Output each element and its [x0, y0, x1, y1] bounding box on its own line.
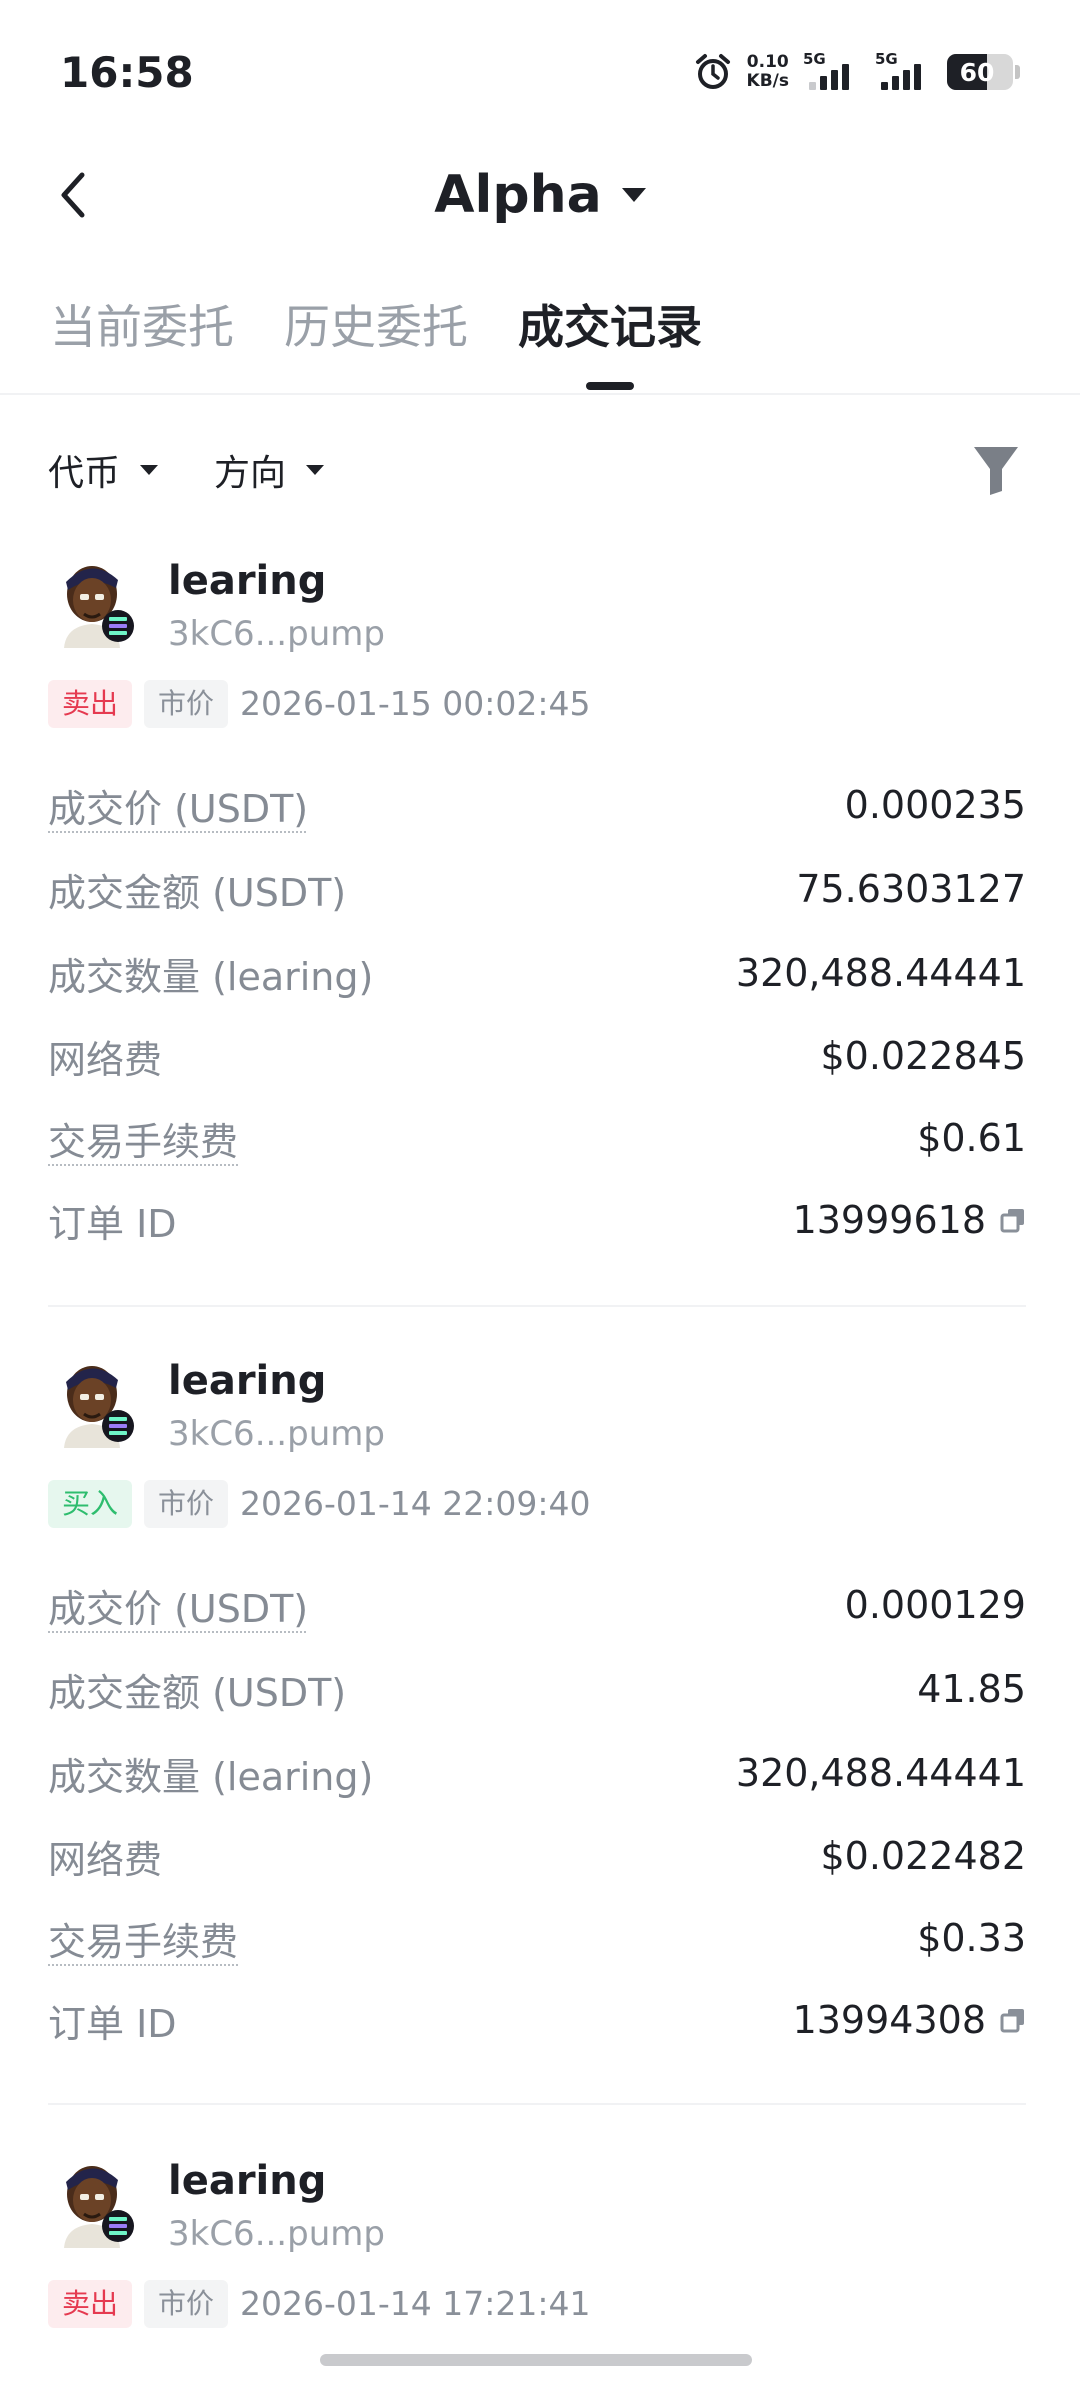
trade-card: learing 3kC6...pump 卖出 市价 2026-01-15 00:… [0, 558, 1080, 1340]
order-id: 13994308 [793, 1998, 1026, 2042]
tab-order-history[interactable]: 历史委托 [284, 292, 468, 362]
tabs-divider [0, 393, 1080, 395]
order-id-value: 13994308 [792, 1998, 986, 2042]
network-fee-label: 网络费 [48, 1037, 163, 1082]
network-fee-label: 网络费 [48, 1837, 163, 1882]
order-id-row: 订单 ID 13994308 [48, 1990, 1026, 2050]
trading-fee-value: $0.61 [917, 1116, 1026, 1160]
order-type-badge: 市价 [144, 1480, 229, 1528]
trading-fee-label[interactable]: 交易手续费 [48, 1911, 238, 1966]
side-badge: 卖出 [48, 680, 133, 728]
signal-icon-1: 5G [803, 48, 861, 96]
amount-label: 成交金额 (USDT) [48, 870, 347, 915]
price-label[interactable]: 成交价 (USDT) [48, 778, 308, 833]
quantity-value: 320,488.44441 [735, 951, 1026, 995]
amount-value: 75.6303127 [796, 867, 1026, 911]
status-time: 16:58 [60, 48, 194, 97]
signal-icon-2: 5G [875, 48, 933, 96]
caret-down-icon [140, 465, 159, 475]
price-label[interactable]: 成交价 (USDT) [48, 1578, 308, 1633]
price-value: 0.000129 [844, 1583, 1026, 1627]
price-row: 成交价 (USDT) 0.000129 [48, 1575, 1026, 1635]
network-fee-value: $0.022482 [820, 1834, 1027, 1878]
direction-filter-label: 方向 [214, 453, 287, 494]
coin-filter-label: 代币 [48, 453, 121, 494]
token-avatar [56, 1360, 138, 1448]
speed-unit: KB/s [746, 71, 789, 91]
amount-label: 成交金额 (USDT) [48, 1670, 347, 1715]
caret-down-icon [621, 188, 646, 202]
network-fee-row: 网络费 $0.022845 [48, 1026, 1026, 1086]
quantity-label: 成交数量 (learing) [48, 954, 374, 999]
filter-icon[interactable] [972, 445, 1020, 497]
trade-time: 2026-01-14 17:21:41 [240, 2284, 591, 2323]
quantity-value: 320,488.44441 [735, 1751, 1026, 1795]
amount-row: 成交金额 (USDT) 75.6303127 [48, 859, 1026, 919]
side-badge: 卖出 [48, 2280, 133, 2328]
token-address: 3kC6...pump [168, 614, 385, 654]
order-tabs: 当前委托 历史委托 成交记录 [50, 292, 702, 390]
copy-icon[interactable] [1000, 1207, 1026, 1233]
order-id-value: 13999618 [792, 1198, 986, 1242]
quantity-row: 成交数量 (learing) 320,488.44441 [48, 943, 1026, 1003]
tab-trade-history[interactable]: 成交记录 [518, 292, 702, 390]
home-indicator[interactable] [320, 2354, 752, 2366]
trading-fee-row: 交易手续费 $0.61 [48, 1108, 1026, 1168]
order-id-label: 订单 ID [48, 2001, 177, 2046]
order-id: 13999618 [793, 1198, 1026, 1242]
token-name: learing [168, 558, 327, 604]
network-fee-value: $0.022845 [820, 1034, 1027, 1078]
amount-value: 41.85 [917, 1667, 1026, 1711]
tab-trade-history-label: 成交记录 [518, 300, 702, 354]
battery-tip [1015, 65, 1020, 79]
order-type-badge: 市价 [144, 2280, 229, 2328]
card-divider [48, 1305, 1026, 1307]
tab-open-orders[interactable]: 当前委托 [50, 292, 234, 362]
page-title: Alpha [434, 165, 602, 225]
coin-filter[interactable]: 代币 [48, 440, 159, 500]
token-avatar [56, 560, 138, 648]
speed-value: 0.10 [746, 52, 789, 72]
trading-fee-value: $0.33 [917, 1916, 1026, 1960]
direction-filter[interactable]: 方向 [214, 440, 325, 500]
token-address: 3kC6...pump [168, 2214, 385, 2254]
title-selector[interactable]: Alpha [0, 158, 1080, 232]
token-name: learing [168, 1358, 327, 1404]
order-id-label: 订单 ID [48, 1201, 177, 1246]
trade-card: learing 3kC6...pump 买入 市价 2026-01-14 22:… [0, 1358, 1080, 2140]
order-id-row: 订单 ID 13999618 [48, 1190, 1026, 1250]
trade-time: 2026-01-15 00:02:45 [240, 684, 591, 723]
copy-icon[interactable] [1000, 2007, 1026, 2033]
network-speed: 0.10 KB/s [747, 53, 789, 91]
active-tab-indicator [586, 382, 634, 390]
trade-history-screen: 16:58 0.10 KB/s 5G 5G 60 Alpha 当前委托 历史委托… [0, 0, 1080, 2400]
card-divider [48, 2103, 1026, 2105]
order-type-badge: 市价 [144, 680, 229, 728]
status-indicators: 0.10 KB/s 5G 5G 60 [693, 48, 1020, 96]
status-bar: 16:58 0.10 KB/s 5G 5G 60 [0, 0, 1080, 140]
quantity-row: 成交数量 (learing) 320,488.44441 [48, 1743, 1026, 1803]
side-badge: 买入 [48, 1480, 133, 1528]
network-fee-row: 网络费 $0.022482 [48, 1826, 1026, 1886]
trading-fee-row: 交易手续费 $0.33 [48, 1908, 1026, 1968]
quantity-label: 成交数量 (learing) [48, 1754, 374, 1799]
price-row: 成交价 (USDT) 0.000235 [48, 775, 1026, 835]
token-avatar [56, 2160, 138, 2248]
battery-icon: 60 [947, 54, 1013, 90]
alarm-icon [695, 54, 730, 89]
caret-down-icon [306, 465, 325, 475]
token-name: learing [168, 2158, 327, 2204]
price-value: 0.000235 [844, 783, 1026, 827]
trading-fee-label[interactable]: 交易手续费 [48, 1111, 238, 1166]
amount-row: 成交金额 (USDT) 41.85 [48, 1659, 1026, 1719]
battery-level: 60 [959, 57, 995, 87]
trade-time: 2026-01-14 22:09:40 [240, 1484, 591, 1523]
token-address: 3kC6...pump [168, 1414, 385, 1454]
